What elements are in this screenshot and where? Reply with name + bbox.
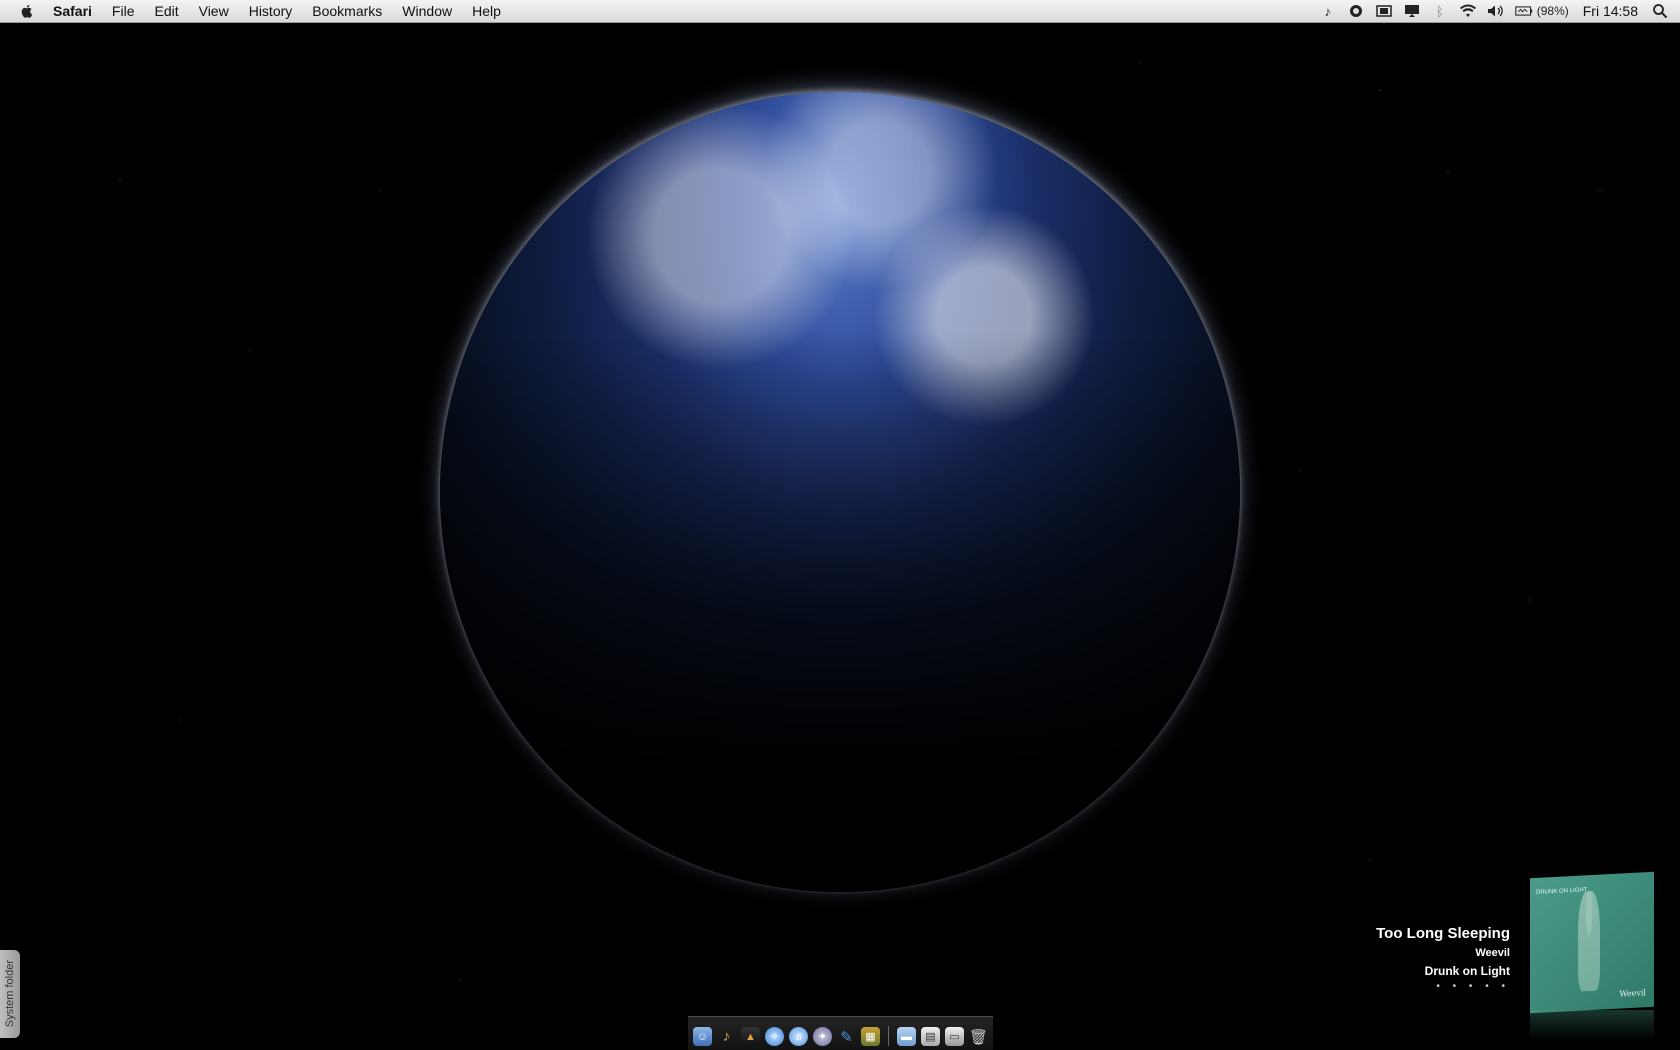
- trash-icon[interactable]: 🗑: [969, 1027, 988, 1046]
- dock: ☺ ♪ ▲ ✧ ♫ ✦ ✎ ▦ ▬ ▤ ▭ 🗑: [688, 1016, 993, 1050]
- calculator-icon[interactable]: ▦: [861, 1027, 880, 1046]
- finder-icon[interactable]: ☺: [693, 1027, 712, 1046]
- menu-help[interactable]: Help: [472, 3, 501, 19]
- menu-edit[interactable]: Edit: [154, 3, 178, 19]
- track-album: Drunk on Light: [1424, 964, 1510, 978]
- track-title: Too Long Sleeping: [1376, 925, 1510, 942]
- safari-icon[interactable]: ✧: [765, 1027, 784, 1046]
- volume-icon[interactable]: [1487, 3, 1505, 19]
- menu-clock[interactable]: Fri 14:58: [1583, 3, 1638, 19]
- display-icon[interactable]: [1375, 3, 1393, 19]
- album-artwork: DRUNK ON LIGHT Weevil: [1530, 871, 1654, 1014]
- menu-bookmarks[interactable]: Bookmarks: [312, 3, 382, 19]
- system-folder-tab[interactable]: System folder: [0, 950, 20, 1038]
- album-artwork-reflection: [1530, 1010, 1654, 1040]
- battery-icon[interactable]: [1515, 3, 1533, 19]
- bluetooth-icon[interactable]: ᛒ: [1431, 3, 1449, 19]
- pen-icon[interactable]: ✎: [837, 1027, 856, 1046]
- safari-alt-icon[interactable]: ✦: [813, 1027, 832, 1046]
- status-area: ♪ ᛒ (98%) Fri 14:58: [1309, 0, 1680, 22]
- menu-window[interactable]: Window: [402, 3, 452, 19]
- preview-icon[interactable]: ▤: [921, 1027, 940, 1046]
- menu-file[interactable]: File: [112, 3, 135, 19]
- apple-menu-icon[interactable]: [19, 3, 35, 19]
- quicksilver-icon[interactable]: [1347, 3, 1365, 19]
- folder-icon[interactable]: ▬: [897, 1027, 916, 1046]
- album-art-figure: [1578, 890, 1600, 992]
- itunes-icon[interactable]: ♫: [789, 1027, 808, 1046]
- drive-icon[interactable]: ▭: [945, 1027, 964, 1046]
- now-playing-info: Too Long Sleeping Weevil Drunk on Light …: [1376, 925, 1510, 992]
- system-folder-label: System folder: [4, 960, 16, 1028]
- track-artist: Weevil: [1475, 947, 1510, 959]
- wifi-icon[interactable]: [1459, 3, 1477, 19]
- guitar-icon[interactable]: ♪: [717, 1027, 736, 1046]
- sync-icon[interactable]: ♪: [1319, 3, 1337, 19]
- track-rating: • • • • •: [1436, 981, 1510, 992]
- menu-view[interactable]: View: [199, 3, 229, 19]
- album-art-title: DRUNK ON LIGHT: [1536, 887, 1588, 896]
- album-art-signature: Weevil: [1619, 988, 1646, 999]
- battery-percentage: (98%): [1536, 4, 1569, 18]
- menu-history[interactable]: History: [249, 3, 293, 19]
- menu-app-name[interactable]: Safari: [53, 3, 92, 19]
- earth-shadow: [440, 92, 1240, 892]
- dock-separator: [888, 1026, 889, 1046]
- airplay-icon[interactable]: [1403, 3, 1421, 19]
- menu-bar: Safari File Edit View History Bookmarks …: [0, 0, 1680, 23]
- spotlight-search-icon[interactable]: [1652, 3, 1668, 19]
- app-icon[interactable]: ▲: [741, 1027, 760, 1046]
